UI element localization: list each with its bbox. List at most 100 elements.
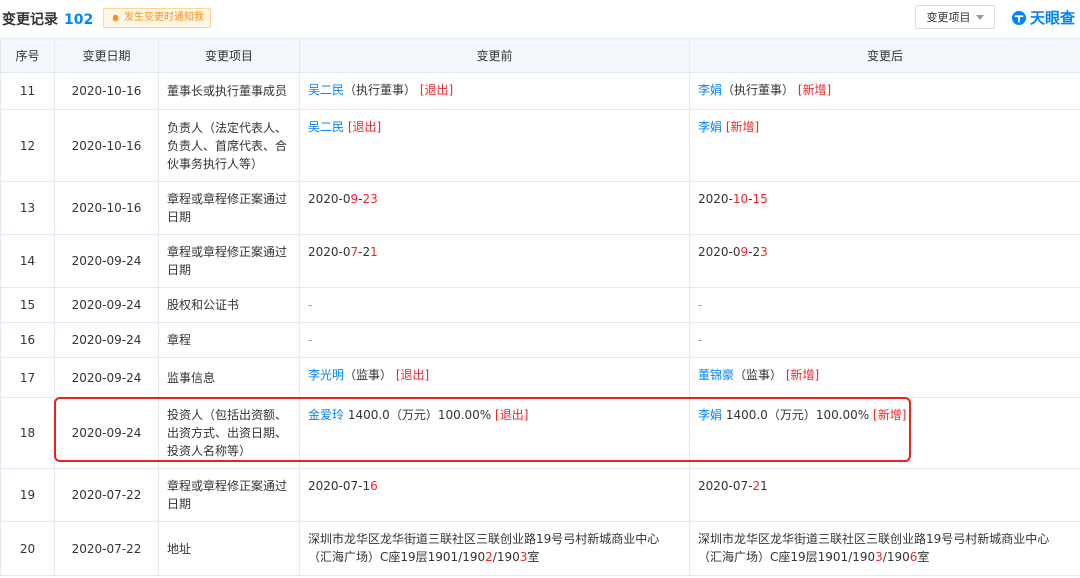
value-text: 10 (732, 192, 749, 206)
row-number: 15 (0, 287, 55, 323)
value-before: 2020-07-16 (299, 468, 690, 522)
change-date: 2020-07-22 (54, 468, 159, 522)
value-text: 1400.0（万元）100.00% (344, 408, 492, 422)
value-before: 深圳市龙华区龙华街道三联社区三联创业路19号弓村新城商业中心（汇海广场）C座19… (299, 521, 690, 576)
col-header-before: 变更前 (299, 38, 690, 73)
change-item: 章程或章程修正案通过日期 (158, 181, 300, 235)
value-after: - (689, 322, 1080, 358)
table-row: 17 2020-09-24 监事信息 李光明（监事） [退出] 董锦豪（监事） [新增] (0, 357, 1080, 398)
table-row: 18 2020-09-24 投资人（包括出资额、出资方式、出资日期、投资人名称等）金… (0, 397, 1080, 469)
value-text: /190 (492, 550, 520, 564)
col-header-no: 序号 (0, 38, 55, 73)
person-link[interactable]: 金爱玲 (308, 408, 344, 422)
person-link[interactable]: 李娟 (698, 408, 722, 422)
page-title: 变更记录 102 (2, 9, 93, 29)
value-text: 3 (875, 550, 883, 564)
change-item: 监事信息 (158, 357, 300, 398)
value-after: - (689, 287, 1080, 323)
change-tag: [新增] (794, 83, 832, 97)
change-date: 2020-10-16 (54, 181, 159, 235)
value-text: 1 (370, 245, 378, 259)
change-date: 2020-09-24 (54, 322, 159, 358)
person-link[interactable]: 李娟 (698, 83, 722, 97)
person-link[interactable]: 吴二民 (308, 83, 344, 97)
filter-dropdown[interactable]: 变更项目 (915, 5, 995, 29)
value-text: 深圳市龙华区龙华街道三联社区三联创业路19号弓村新城商业中心（汇海广场）C座19… (308, 532, 660, 564)
value-after: 2020-09-23 (689, 234, 1080, 288)
value-text: - (698, 298, 703, 312)
logo-text: 天眼查 (1030, 9, 1076, 27)
person-link[interactable]: 李娟 (698, 120, 722, 134)
value-text: 9 (350, 192, 359, 206)
change-date: 2020-10-16 (54, 72, 159, 110)
table-row: 11 2020-10-16 董事长或执行董事成员 吴二民（执行董事） [退出] 李娟（执… (0, 72, 1080, 110)
value-after: 2020-07-21 (689, 468, 1080, 522)
table-row: 20 2020-07-22 地址 深圳市龙华区龙华街道三联社区三联创业路19号弓村新城… (0, 521, 1080, 576)
change-item: 章程或章程修正案通过日期 (158, 234, 300, 288)
value-text: -2 (358, 245, 371, 259)
value-text: 2020-07- (698, 479, 753, 493)
value-before: - (299, 287, 690, 323)
col-header-date: 变更日期 (54, 38, 159, 73)
value-text: 2020-0 (308, 192, 351, 206)
table-row: 15 2020-09-24 股权和公证书 - - (0, 287, 1080, 323)
notify-button[interactable]: 发生变更时通知我 (103, 8, 211, 28)
row-number: 12 (0, 109, 55, 182)
value-before: 吴二民 [退出] (299, 109, 690, 182)
title-text: 变更记录 (2, 12, 58, 28)
row-number: 19 (0, 468, 55, 522)
value-text: 2 (752, 479, 761, 493)
value-text: 7 (350, 245, 359, 259)
logo-icon (1012, 10, 1026, 25)
record-count: 102 (64, 12, 94, 28)
value-after: 深圳市龙华区龙华街道三联社区三联创业路19号弓村新城商业中心（汇海广场）C座19… (689, 521, 1080, 576)
table-row: 12 2020-10-16 负责人（法定代表人、负责人、首席代表、合伙事务执行人等）… (0, 109, 1080, 182)
row-number: 11 (0, 72, 55, 110)
table-header-row: 序号 变更日期 变更项目 变更前 变更后 (0, 38, 1080, 73)
value-text: 2020- (698, 192, 733, 206)
table-row: 19 2020-07-22 章程或章程修正案通过日期 2020-07-16 2020-0… (0, 468, 1080, 522)
value-text: 深圳市龙华区龙华街道三联社区三联创业路19号弓村新城商业中心（汇海广场）C座19… (698, 532, 1050, 564)
value-text: -2 (748, 245, 761, 259)
col-header-item: 变更项目 (158, 38, 300, 73)
row-number: 17 (0, 357, 55, 398)
value-text: （监事） (344, 368, 393, 382)
person-link[interactable]: 董锦豪 (698, 368, 734, 382)
change-tag: [退出] (344, 120, 382, 134)
value-text: （监事） (734, 368, 783, 382)
person-link[interactable]: 吴二民 (308, 120, 344, 134)
value-text: 1400.0（万元）100.00% (722, 408, 870, 422)
change-tag: [新增] (869, 408, 907, 422)
value-text: - (698, 333, 703, 347)
table-row: 16 2020-09-24 章程 - - (0, 322, 1080, 358)
change-tag: [新增] (782, 368, 820, 382)
change-item: 章程或章程修正案通过日期 (158, 468, 300, 522)
value-text: 室 (917, 550, 930, 564)
value-before: 金爱玲 1400.0（万元）100.00% [退出] (299, 397, 690, 469)
col-header-after: 变更后 (689, 38, 1080, 73)
value-text: 2020-0 (698, 245, 741, 259)
notify-label: 发生变更时通知我 (124, 12, 204, 23)
value-text: 6 (370, 479, 378, 493)
bell-icon (112, 14, 119, 22)
change-date: 2020-09-24 (54, 397, 159, 469)
value-text: 2020-07-1 (308, 479, 371, 493)
change-tag: [退出] (392, 368, 430, 382)
person-link[interactable]: 李光明 (308, 368, 344, 382)
value-text: 15 (752, 192, 768, 206)
value-text: （执行董事） (722, 83, 795, 97)
row-number: 16 (0, 322, 55, 358)
value-text: （执行董事） (344, 83, 417, 97)
value-before: 2020-07-21 (299, 234, 690, 288)
value-text: 2 (485, 550, 493, 564)
brand-logo[interactable]: 天眼查 (1011, 7, 1075, 28)
filter-label: 变更项目 (926, 11, 971, 24)
caret-down-icon (975, 14, 984, 20)
value-text: 2020-0 (308, 245, 351, 259)
value-after: 李娟 1400.0（万元）100.00% [新增] (689, 397, 1080, 469)
table-row: 14 2020-09-24 章程或章程修正案通过日期 2020-07-21 2020-0… (0, 234, 1080, 288)
change-item: 章程 (158, 322, 300, 358)
change-item: 股权和公证书 (158, 287, 300, 323)
change-item: 投资人（包括出资额、出资方式、出资日期、投资人名称等） (158, 397, 300, 469)
change-date: 2020-10-16 (54, 109, 159, 182)
